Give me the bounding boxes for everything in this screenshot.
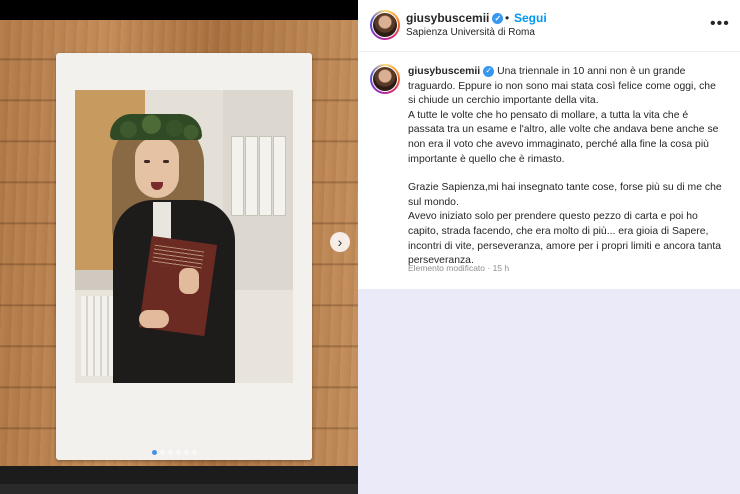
carousel-dot [168,450,173,455]
media-bottom-strip [0,466,358,494]
more-options-icon[interactable]: ••• [710,15,730,33]
edited-timestamp: Elemento modificato · 15 h [408,263,510,273]
post-side-panel: giusybuscemii ✓ • Segui Sapienza Universi… [358,0,740,290]
laurel-wreath [110,114,202,140]
empty-area [358,289,740,494]
polaroid-frame [56,53,312,460]
verified-badge-icon: ✓ [483,65,495,77]
header-username-link[interactable]: giusybuscemii [406,11,489,25]
carousel-next-button[interactable]: › [330,232,350,252]
post-media[interactable]: › [0,0,358,494]
carousel-dot [192,450,197,455]
follow-button[interactable]: Segui [514,11,547,25]
caption-paragraph-4: Avevo iniziato solo per prendere questo … [408,211,722,267]
caption: giusybuscemii ✓ Una triennale in 10 anni … [408,65,722,269]
caption-paragraph-3: Grazie Sapienza,mi hai insegnato tante c… [408,182,722,208]
avatar[interactable] [370,10,400,40]
chevron-right-icon: › [337,234,343,250]
carousel-dot [152,450,157,455]
post-header: giusybuscemii ✓ • Segui Sapienza Universi… [358,0,740,52]
caption-avatar[interactable] [370,64,400,94]
caption-paragraph-2: A tutte le volte che ho pensato di molla… [408,109,719,165]
caption-username-link[interactable]: giusybuscemii [408,66,480,77]
graduation-photo [75,90,293,383]
carousel-dots [152,450,197,455]
verified-badge-icon: ✓ [492,13,504,25]
carousel-dot [160,450,165,455]
location-link[interactable]: Sapienza Università di Roma [406,27,535,38]
profile-picture [373,13,397,37]
profile-picture [373,67,397,91]
carousel-dot [176,450,181,455]
header-separator: • [505,11,510,25]
media-top-bar [0,0,358,20]
carousel-dot [184,450,189,455]
